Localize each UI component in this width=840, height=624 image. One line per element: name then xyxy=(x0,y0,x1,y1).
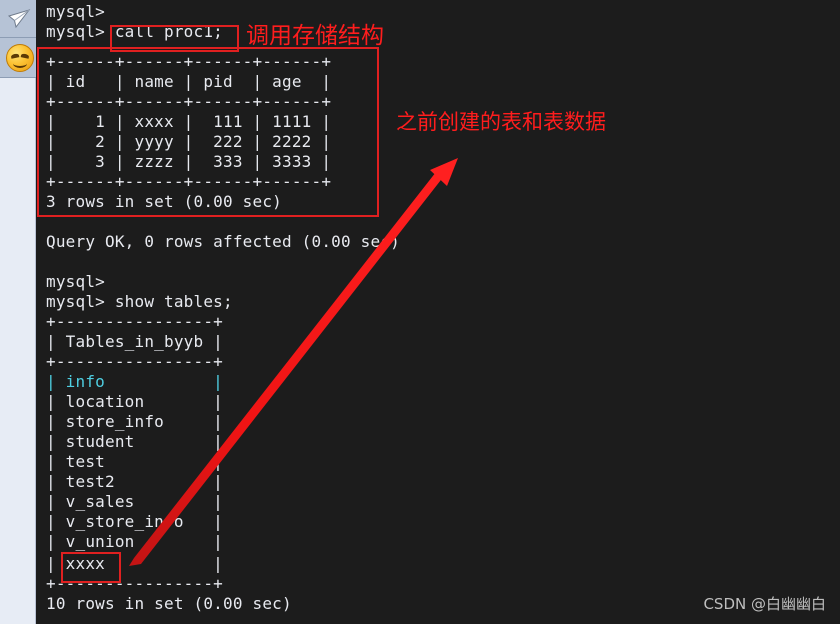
terminal-window[interactable]: mysql> mysql> call proc1; +------+------… xyxy=(37,0,840,624)
terminal-line: | student | xyxy=(46,432,223,451)
terminal-line: +------+------+------+------+ xyxy=(46,52,332,71)
screenshot-root: mysql> mysql> call proc1; +------+------… xyxy=(0,0,840,624)
watermark: CSDN @白幽幽白 xyxy=(703,595,826,613)
terminal-line: +------+------+------+------+ xyxy=(46,92,332,111)
terminal-line: | test | xyxy=(46,452,223,471)
terminal-line: | v_sales | xyxy=(46,492,223,511)
terminal-line: +----------------+ xyxy=(46,352,223,371)
terminal-line: +------+------+------+------+ xyxy=(46,172,332,191)
terminal-line: | store_info | xyxy=(46,412,223,431)
terminal-line: mysql> xyxy=(46,272,105,291)
terminal-line: | id | name | pid | age | xyxy=(46,72,332,91)
terminal-line: | v_store_info | xyxy=(46,512,223,531)
smiley-face-icon[interactable] xyxy=(6,44,34,72)
smiley-mouth xyxy=(13,59,27,68)
terminal-line: mysql> show tables; xyxy=(46,292,233,311)
terminal-line-info: | info | xyxy=(46,372,223,391)
terminal-line-xxxx: | xxxx | xyxy=(46,554,223,573)
smiley-eye-right xyxy=(20,53,30,59)
terminal-line: | 3 | zzzz | 333 | 3333 | xyxy=(46,152,332,171)
terminal-line: mysql> call proc1; xyxy=(46,22,223,41)
smiley-eye-left xyxy=(10,53,20,59)
terminal-line: +----------------+ xyxy=(46,312,223,331)
paper-plane-icon[interactable] xyxy=(7,7,31,31)
terminal-line: 3 rows in set (0.00 sec) xyxy=(46,192,282,211)
terminal-line: Query OK, 0 rows affected (0.00 sec) xyxy=(46,232,400,251)
left-sidebar xyxy=(0,0,36,624)
terminal-line: | 1 | xxxx | 111 | 1111 | xyxy=(46,112,332,131)
terminal-line: | v_union | xyxy=(46,532,223,551)
terminal-line: mysql> xyxy=(46,2,105,21)
terminal-line: +----------------+ xyxy=(46,574,223,593)
terminal-line: 10 rows in set (0.00 sec) xyxy=(46,594,292,613)
terminal-line: | Tables_in_byyb | xyxy=(46,332,223,351)
annotation-call-label: 调用存储结构 xyxy=(246,23,384,49)
terminal-line: | test2 | xyxy=(46,472,223,491)
annotation-table-label: 之前创建的表和表数据 xyxy=(396,110,606,134)
terminal-line: | location | xyxy=(46,392,223,411)
terminal-line: | 2 | yyyy | 222 | 2222 | xyxy=(46,132,332,151)
